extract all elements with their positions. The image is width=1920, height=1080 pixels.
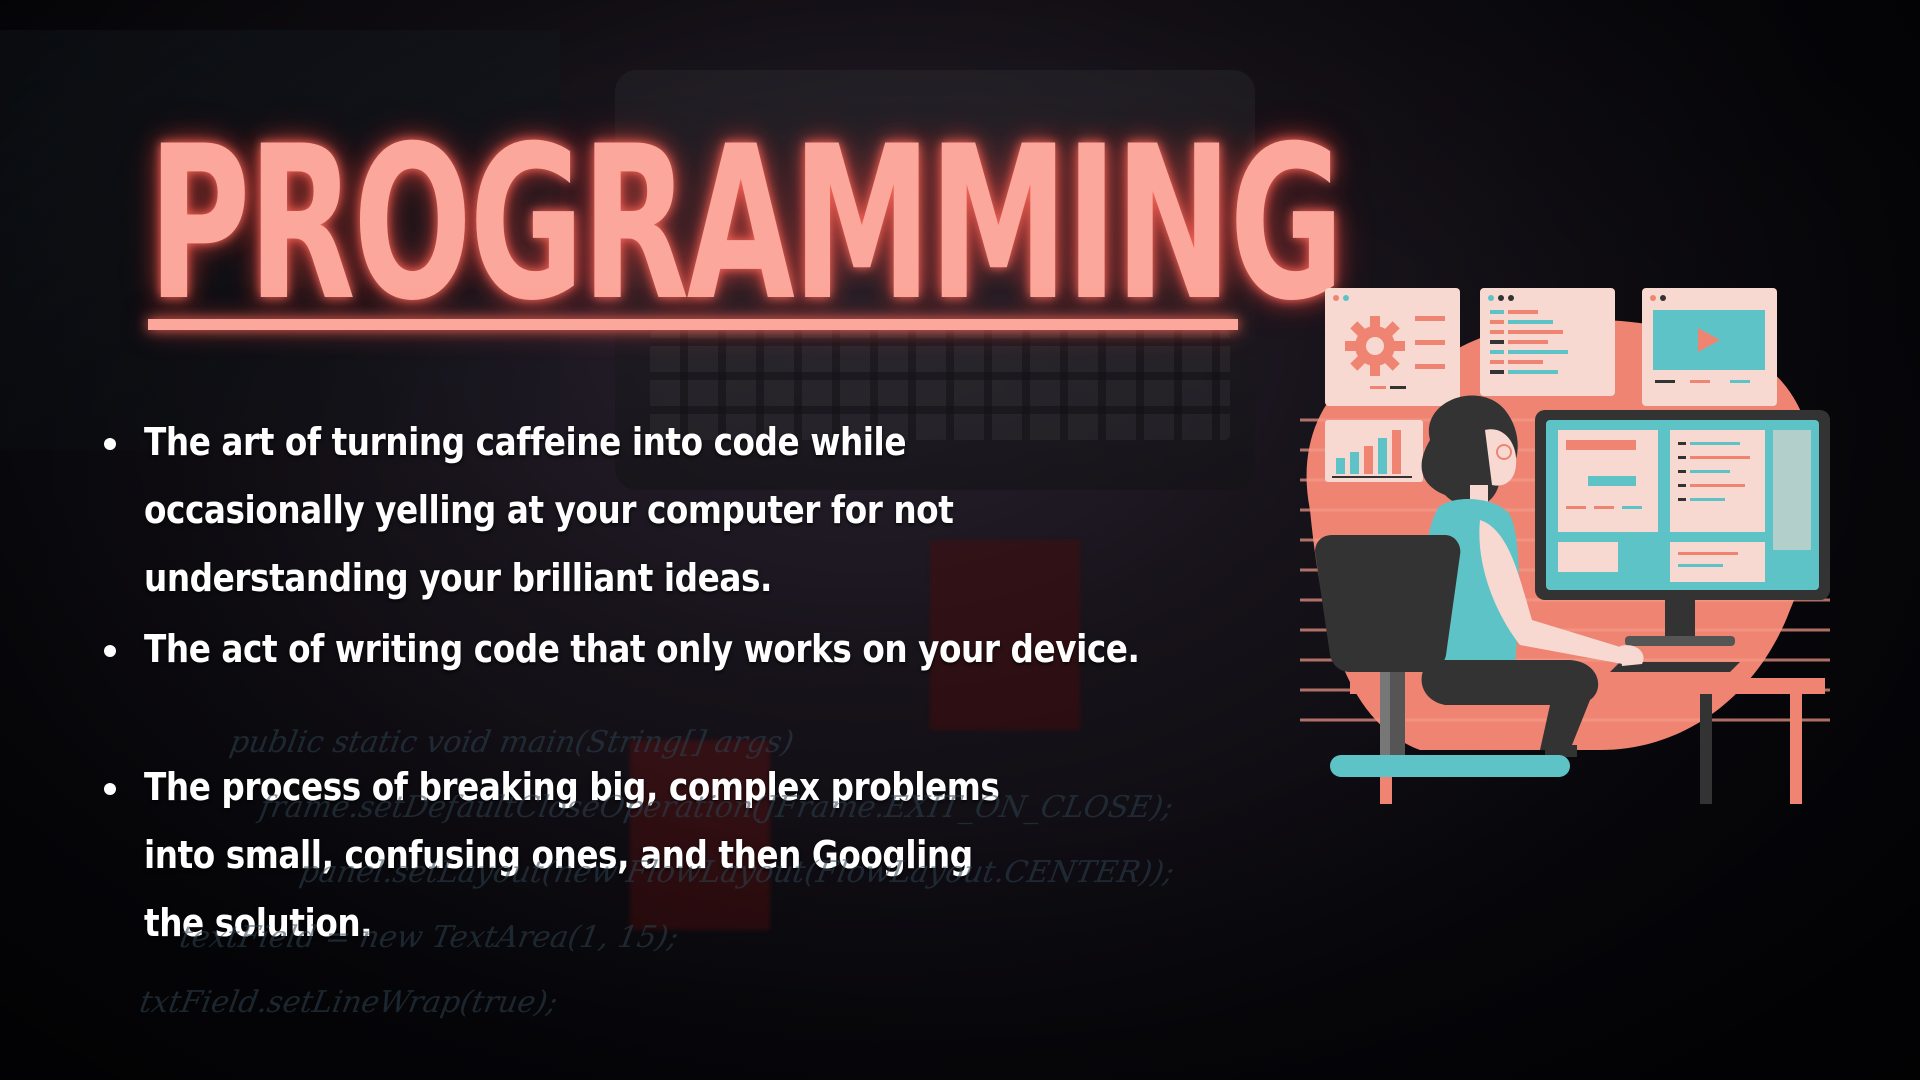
background-code-line: public static void main(String[] args) <box>226 725 797 760</box>
person-at-computer-illustration <box>1300 288 1830 804</box>
bullet-text: The act of writing code that only works … <box>144 627 1140 671</box>
background-code-line: textField = new TextArea(1, 15); <box>176 920 682 955</box>
slide: PROGRAMMING The art of turning caffeine … <box>0 0 1920 1080</box>
bullet-dot-icon <box>104 438 116 450</box>
bullet-text: The art of turning caffeine into code wh… <box>144 420 954 600</box>
bullet-dot-icon <box>104 783 116 795</box>
gear-icon <box>1345 316 1405 376</box>
background-code-line: panel.setLayout(new FlowLayout(FlowLayou… <box>296 855 1177 890</box>
code-lines-icon <box>1480 288 1615 396</box>
slide-title: PROGRAMMING <box>148 100 1344 347</box>
gear-panel <box>1325 288 1460 406</box>
background-code-line: txtField.setLineWrap(true); <box>136 985 561 1020</box>
title-underline <box>148 319 1238 330</box>
bullet-dot-icon <box>104 645 116 657</box>
bar-chart-icon <box>1325 420 1423 482</box>
background-code-line: frame.setDefaultCloseOperation(JFrame.EX… <box>256 790 1176 825</box>
bullet-item: The art of turning caffeine into code wh… <box>104 408 1244 612</box>
bullet-item: The act of writing code that only works … <box>104 615 1244 683</box>
play-video-icon <box>1642 288 1777 406</box>
